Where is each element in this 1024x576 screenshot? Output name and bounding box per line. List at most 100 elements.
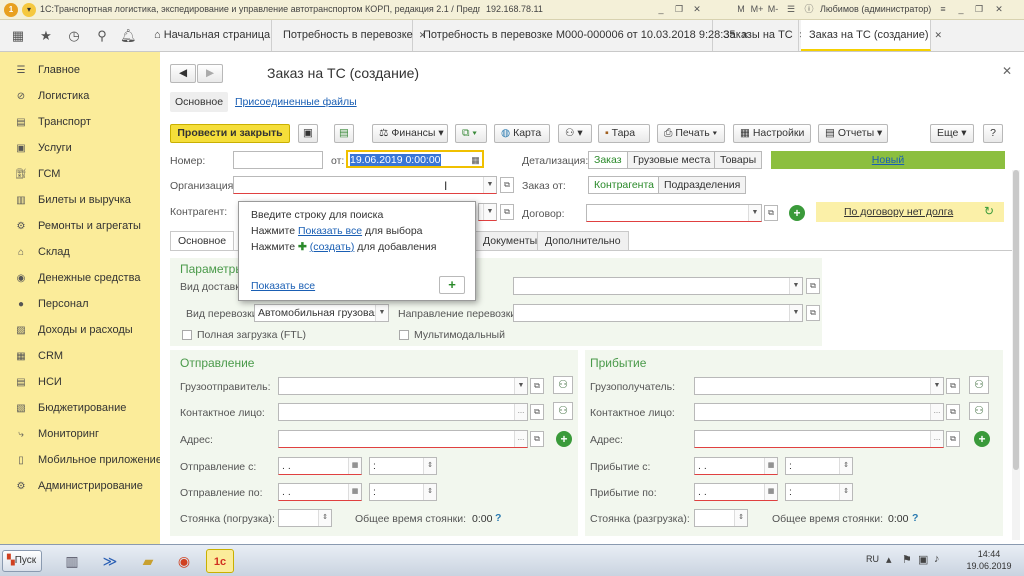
forward-button[interactable]: ▶ bbox=[197, 64, 223, 83]
calendar-icon[interactable]: ▦ bbox=[469, 152, 482, 166]
tab-order-create[interactable]: Заказ на ТС (создание) ✕ bbox=[801, 20, 942, 51]
open-delivery-icon[interactable]: ⧉ bbox=[806, 278, 820, 294]
departure-to-time[interactable]: : ⇕ bbox=[369, 483, 437, 501]
folder-icon[interactable]: ▰ bbox=[134, 549, 162, 573]
print-button[interactable]: ⎙ Печать ▾ bbox=[657, 124, 725, 143]
detail-order-option[interactable]: Заказ bbox=[588, 151, 628, 169]
contractor-field-tail[interactable]: ▼ bbox=[478, 203, 497, 221]
order-from-division-option[interactable]: Подразделения bbox=[658, 176, 747, 194]
chevron-down-icon[interactable]: ▼ bbox=[930, 378, 943, 394]
chrome-icon[interactable]: ◉ bbox=[170, 549, 198, 573]
clock[interactable]: 14:44 19.06.2019 bbox=[960, 548, 1018, 572]
memory-minus-button[interactable]: M- bbox=[766, 3, 780, 16]
calendar-icon[interactable]: ▦ bbox=[764, 458, 777, 474]
departure-from-date[interactable]: . . ▦ bbox=[278, 457, 362, 475]
calendar-icon[interactable]: ▦ bbox=[348, 458, 361, 474]
multimodal-checkbox[interactable] bbox=[399, 330, 409, 340]
post-button[interactable]: ▤ bbox=[334, 124, 354, 143]
chevron-down-icon[interactable]: ▼ bbox=[514, 378, 527, 394]
chevron-down-icon[interactable]: ▼ bbox=[789, 305, 802, 321]
memory-m-button[interactable]: M bbox=[734, 3, 748, 16]
arrival-from-time[interactable]: : ⇕ bbox=[785, 457, 853, 475]
loading-parking-field[interactable]: ⇕ bbox=[278, 509, 332, 527]
tab-home[interactable]: ⌂ Начальная страница bbox=[146, 20, 272, 51]
structure-button[interactable]: ⧉ ▾ bbox=[455, 124, 487, 143]
spinner-icon[interactable]: ⇕ bbox=[318, 510, 331, 526]
open-shipper-icon[interactable]: ⧉ bbox=[530, 378, 544, 394]
number-field[interactable] bbox=[233, 151, 323, 169]
ellipsis-icon[interactable]: … bbox=[930, 431, 943, 447]
open-arrival-contact-icon[interactable]: ⧉ bbox=[946, 404, 960, 420]
arrival-to-date[interactable]: . . ▦ bbox=[694, 483, 778, 501]
calendar-icon[interactable]: ▦ bbox=[348, 484, 361, 500]
window-close-icon[interactable]: ✕ bbox=[690, 3, 704, 16]
detail-cargo-option[interactable]: Грузовые места bbox=[627, 151, 717, 169]
debt-text[interactable]: По договору нет долга bbox=[844, 206, 953, 218]
delivery-extra-field[interactable]: ▼ bbox=[513, 277, 803, 295]
popup-add-button[interactable]: + bbox=[439, 276, 465, 294]
arrival-to-time[interactable]: : ⇕ bbox=[785, 483, 853, 501]
departure-from-time[interactable]: : ⇕ bbox=[369, 457, 437, 475]
calendar-icon[interactable]: ▦ bbox=[764, 484, 777, 500]
subtab-attached-files[interactable]: Присоединенные файлы bbox=[235, 96, 357, 108]
form-tab-documents[interactable]: Документы bbox=[475, 231, 546, 251]
form-tab-main[interactable]: Основное bbox=[170, 231, 235, 251]
open-contractor-icon[interactable]: ⧉ bbox=[500, 204, 514, 220]
server-manager-icon[interactable]: ▥ bbox=[58, 549, 86, 573]
back-button[interactable]: ◀ bbox=[170, 64, 196, 83]
tray-flag-icon[interactable]: ⚑ bbox=[902, 553, 912, 566]
create-link[interactable]: (создать) bbox=[310, 241, 355, 253]
spinner-icon[interactable]: ⇕ bbox=[423, 458, 436, 474]
add-departure-address-icon[interactable]: + bbox=[556, 431, 572, 447]
close-tab-icon[interactable]: ✕ bbox=[935, 30, 943, 40]
bell-icon[interactable]: ☰ bbox=[784, 3, 798, 16]
tray-volume-icon[interactable]: ♪ bbox=[934, 553, 940, 565]
subtab-main[interactable]: Основное bbox=[170, 92, 228, 112]
open-departure-contact-icon[interactable]: ⧉ bbox=[530, 404, 544, 420]
open-contract-icon[interactable]: ⧉ bbox=[764, 205, 778, 221]
tara-button[interactable]: ▪ Тара bbox=[598, 124, 650, 143]
tray-up-icon[interactable]: ▴ bbox=[886, 553, 892, 566]
chevron-down-icon[interactable]: ▼ bbox=[483, 177, 496, 193]
user-menu-icon[interactable]: ≡ bbox=[936, 3, 950, 16]
order-from-contractor-option[interactable]: Контрагента bbox=[588, 176, 661, 194]
favorites-icon[interactable]: ★ bbox=[38, 28, 54, 44]
start-button[interactable]: ▚Пуск bbox=[2, 550, 42, 572]
scrollbar-thumb[interactable] bbox=[1013, 170, 1019, 470]
shipper-person-icon[interactable]: ⚇ bbox=[553, 376, 573, 394]
shipper-field[interactable]: ▼ bbox=[278, 377, 528, 395]
chevron-down-icon[interactable]: ▼ bbox=[483, 204, 496, 220]
open-consignee-icon[interactable]: ⧉ bbox=[946, 378, 960, 394]
vertical-scrollbar[interactable] bbox=[1012, 170, 1020, 540]
arrival-contact-field[interactable]: … bbox=[694, 403, 944, 421]
sidebar-item-mobile[interactable]: ▯ Мобильное приложение bbox=[14, 452, 162, 468]
chevron-down-icon[interactable]: ▼ bbox=[789, 278, 802, 294]
contract-field[interactable]: ▼ bbox=[586, 204, 762, 222]
departure-contact-person-icon[interactable]: ⚇ bbox=[553, 402, 573, 420]
popup-show-all-link[interactable]: Показать все bbox=[251, 280, 315, 292]
show-all-link[interactable]: Показать все bbox=[298, 225, 362, 237]
ellipsis-icon[interactable]: … bbox=[514, 431, 527, 447]
add-arrival-address-icon[interactable]: + bbox=[974, 431, 990, 447]
memory-plus-button[interactable]: M+ bbox=[750, 3, 764, 16]
ellipsis-icon[interactable]: … bbox=[930, 404, 943, 420]
language-indicator[interactable]: RU bbox=[866, 554, 879, 564]
departure-address-field[interactable]: … bbox=[278, 430, 528, 448]
unloading-parking-field[interactable]: ⇕ bbox=[694, 509, 748, 527]
sidebar-item-personnel[interactable]: ● Персонал bbox=[14, 296, 89, 312]
sidebar-item-main[interactable]: ☰ Главное bbox=[14, 62, 81, 78]
sidebar-item-admin[interactable]: ⚙ Администрирование bbox=[14, 478, 143, 494]
1c-app-icon[interactable]: 1c bbox=[206, 549, 234, 573]
sidebar-item-repairs[interactable]: ⚙ Ремонты и агрегаты bbox=[14, 218, 141, 234]
arrival-from-date[interactable]: . . ▦ bbox=[694, 457, 778, 475]
window-menu-icon[interactable]: ▾ bbox=[22, 3, 36, 17]
chevron-down-icon[interactable]: ▼ bbox=[375, 305, 388, 321]
sidebar-item-income[interactable]: ▨ Доходы и расходы bbox=[14, 322, 132, 338]
help-button[interactable]: ? bbox=[983, 124, 1003, 143]
sidebar-item-transport[interactable]: ▤ Транспорт bbox=[14, 114, 91, 130]
sidebar-item-logistics[interactable]: ⊘ Логистика bbox=[14, 88, 90, 104]
sidebar-item-fuel[interactable]: ⛽︎ ГСМ bbox=[14, 166, 61, 182]
open-direction-icon[interactable]: ⧉ bbox=[806, 305, 820, 321]
more-button[interactable]: Еще ▾ bbox=[930, 124, 974, 143]
arrival-address-field[interactable]: … bbox=[694, 430, 944, 448]
